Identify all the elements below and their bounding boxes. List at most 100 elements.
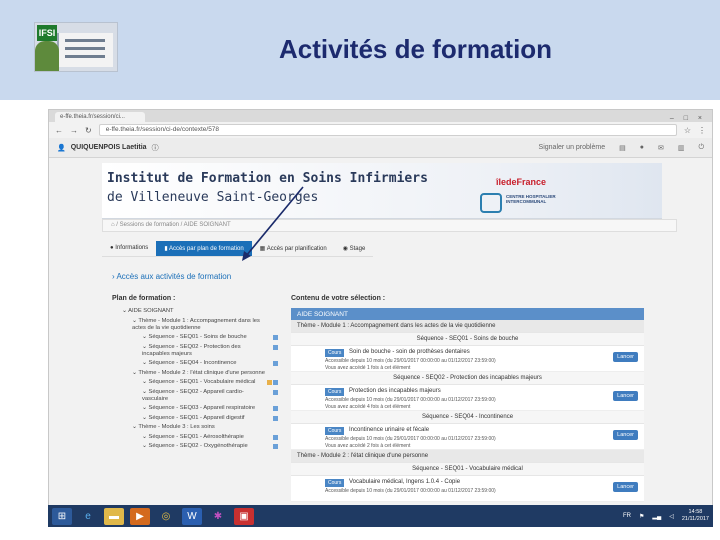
url-bar[interactable]: e-ffe.theia.fr/session/ci-de/contexte/57… xyxy=(98,124,677,136)
module-access: Accessible depuis 10 mois (du 29/01/2017… xyxy=(325,358,496,364)
module-tag: Cours xyxy=(325,479,345,487)
info-icon[interactable]: ⓘ xyxy=(152,143,159,153)
module-card: Cours Vocabulaire médical, Ingens 1.0.4 … xyxy=(291,476,644,502)
plan-title: Plan de formation : xyxy=(112,295,176,302)
flag-icon[interactable]: ⚑ xyxy=(639,513,644,520)
slide: IFSI Activités de formation e-ffe.theia.… xyxy=(0,0,720,540)
selection-title: Contenu de votre sélection : xyxy=(291,295,386,302)
banner-line2: de Villeneuve Saint-Georges xyxy=(107,190,319,205)
star-icon[interactable]: ☆ xyxy=(684,126,691,135)
status-square xyxy=(273,380,278,385)
banner-line1: Institut de Formation en Soins Infirmier… xyxy=(107,171,428,186)
module-card: Cours Protection des incapables majeurs … xyxy=(291,385,644,411)
clock[interactable]: 14:58 21/11/2017 xyxy=(682,509,709,523)
volume-icon[interactable]: ◁ xyxy=(669,513,674,520)
tree-item[interactable]: ⌄ Thème - Module 1 : Accompagnement dans… xyxy=(112,318,280,332)
tree-item[interactable]: ⌄ Séquence - SEQ01 - Vocabulaire médical xyxy=(112,379,280,386)
module-access: Accessible depuis 10 mois (du 29/01/2017… xyxy=(325,436,496,442)
pdf-icon[interactable]: ▣ xyxy=(234,507,254,525)
region-logo: îledeFrance xyxy=(496,177,547,187)
module-title[interactable]: Protection des incapables majeurs xyxy=(349,388,441,394)
module-tag: Cours xyxy=(325,388,345,396)
user-bar: 👤 QUIQUENPOIS Laetitia ⓘ Signaler un pro… xyxy=(49,138,712,158)
selection-content: Contenu de votre sélection : AIDE SOIGNA… xyxy=(291,295,644,502)
tree-item[interactable]: ⌄ Séquence - SEQ03 - Appareil respiratoi… xyxy=(112,405,280,412)
status-square xyxy=(273,444,278,449)
grid-icon[interactable]: ▥ xyxy=(678,144,685,152)
back-icon[interactable]: ← xyxy=(55,126,63,135)
tree-item[interactable]: ⌄ Séquence - SEQ01 - Appareil digestif xyxy=(112,415,280,422)
tab-plan-formation[interactable]: ▮ Accès par plan de formation xyxy=(156,241,252,257)
browser-toolbar: ← → ↻ e-ffe.theia.fr/session/ci-de/conte… xyxy=(49,122,712,138)
tree-item[interactable]: ⌄ AIDE SOIGNANT xyxy=(112,308,280,315)
launch-button[interactable]: Lancer xyxy=(613,352,638,362)
module-views: Vous avez accédé 2 fois à cet élément xyxy=(325,443,411,449)
user-name[interactable]: QUIQUENPOIS Laetitia xyxy=(71,144,147,151)
logo-mark: IFSI xyxy=(37,25,57,41)
tree-item[interactable]: ⌄ Séquence - SEQ01 - Aérosolthérapie xyxy=(112,434,280,441)
tab-planification[interactable]: ▦ Accès par planification xyxy=(251,241,335,257)
media-player-icon[interactable]: ▶ xyxy=(130,507,150,525)
tree-item[interactable]: ⌄ Séquence - SEQ04 - Incontinence xyxy=(112,360,280,367)
reload-icon[interactable]: ↻ xyxy=(85,126,92,135)
module-title[interactable]: Vocabulaire médical, Ingens 1.0.4 - Copi… xyxy=(349,479,460,485)
chrome-icon[interactable]: ◎ xyxy=(156,508,176,525)
module-views: Vous avez accédé 1 fois à cet élément xyxy=(325,365,411,371)
folder-icon[interactable]: ▤ xyxy=(619,144,626,152)
tree-item[interactable]: ⌄ Thème - Module 2 : l'état clinique d'u… xyxy=(112,370,280,377)
hospital-logo-icon xyxy=(480,193,502,213)
stage-icon: ◉ xyxy=(342,246,350,252)
section-link[interactable]: › Accès aux activités de formation xyxy=(112,272,231,281)
institute-banner: Institut de Formation en Soins Infirmier… xyxy=(102,163,662,219)
theme-row: Thème - Module 1 : Accompagnement dans l… xyxy=(291,320,644,333)
launch-button[interactable]: Lancer xyxy=(613,430,638,440)
tree-item[interactable]: ⌄ Séquence - SEQ01 - Soins de bouche xyxy=(112,334,280,341)
logout-icon[interactable]: ⏻ xyxy=(698,144,704,152)
module-access: Accessible depuis 10 mois (du 29/01/2017… xyxy=(325,397,496,403)
tree-item[interactable]: ⌄ Thème - Module 3 : Les soins xyxy=(112,424,280,431)
status-square xyxy=(273,389,278,395)
tree-item[interactable]: ⌄ Séquence - SEQ02 - Protection des inca… xyxy=(112,344,280,358)
hospital-name: CENTRE HOSPITALIER INTERCOMMUNAL xyxy=(506,194,556,204)
status-square xyxy=(273,361,278,366)
browser-tab[interactable]: e-ffe.theia.fr/session/ci... xyxy=(55,112,145,122)
module-tag: Cours xyxy=(325,427,345,435)
word-icon[interactable]: W xyxy=(182,507,202,525)
tree-item[interactable]: ⌄ Séquence - SEQ02 - Appareil cardio-vas… xyxy=(112,389,280,403)
forward-icon[interactable]: → xyxy=(70,126,78,135)
launch-button[interactable]: Lancer xyxy=(613,391,638,401)
status-square xyxy=(273,344,278,350)
report-problem-link[interactable]: Signaler un problème xyxy=(539,144,606,152)
slide-header: IFSI Activités de formation xyxy=(0,0,720,100)
launch-button[interactable]: Lancer xyxy=(613,482,638,492)
file-explorer-icon[interactable]: ▬ xyxy=(104,507,124,525)
breadcrumb[interactable]: ⌂ / Sessions de formation / AIDE SOIGNAN… xyxy=(102,219,677,232)
module-card: Cours Incontinence urinaire et fécale Ac… xyxy=(291,424,644,450)
module-tag: Cours xyxy=(325,349,345,357)
status-square xyxy=(273,415,278,421)
ifsi-logo: IFSI xyxy=(34,22,118,72)
module-card: Cours Soin de bouche - soin de prothèses… xyxy=(291,346,644,372)
system-tray: FR ⚑ ▂▄ ◁ 14:58 21/11/2017 xyxy=(623,509,709,523)
slide-title: Activités de formation xyxy=(279,34,553,64)
tab-stage[interactable]: ◉ Stage xyxy=(334,241,374,257)
sequence-row: Séquence - SEQ01 - Soins de bouche xyxy=(291,333,644,346)
start-icon[interactable]: ⊞ xyxy=(52,507,72,525)
sequence-row: Séquence - SEQ01 - Vocabulaire médical xyxy=(291,463,644,476)
browser-tabbar: e-ffe.theia.fr/session/ci... – □ × xyxy=(49,110,712,122)
ie-icon[interactable]: e xyxy=(78,508,98,525)
tree-item[interactable]: ⌄ Séquence - SEQ02 - Oxygénothérapie xyxy=(112,443,280,450)
user-settings-icon[interactable]: ● xyxy=(640,144,644,152)
window-controls[interactable]: – □ × xyxy=(670,115,712,122)
selection-header: AIDE SOIGNANT xyxy=(291,308,644,320)
network-icon[interactable]: ▂▄ xyxy=(652,513,661,520)
user-icon: 👤 xyxy=(57,144,66,152)
module-title[interactable]: Soin de bouche - soin de prothèses denta… xyxy=(349,349,470,355)
language-indicator[interactable]: FR xyxy=(623,513,631,519)
module-title[interactable]: Incontinence urinaire et fécale xyxy=(349,427,429,433)
menu-icon[interactable]: ⋮ xyxy=(698,126,706,135)
app-icon[interactable]: ✱ xyxy=(208,508,228,525)
mail-icon[interactable]: ✉ xyxy=(658,144,664,152)
tab-informations[interactable]: ● Informations xyxy=(102,241,157,257)
status-square xyxy=(273,406,278,411)
